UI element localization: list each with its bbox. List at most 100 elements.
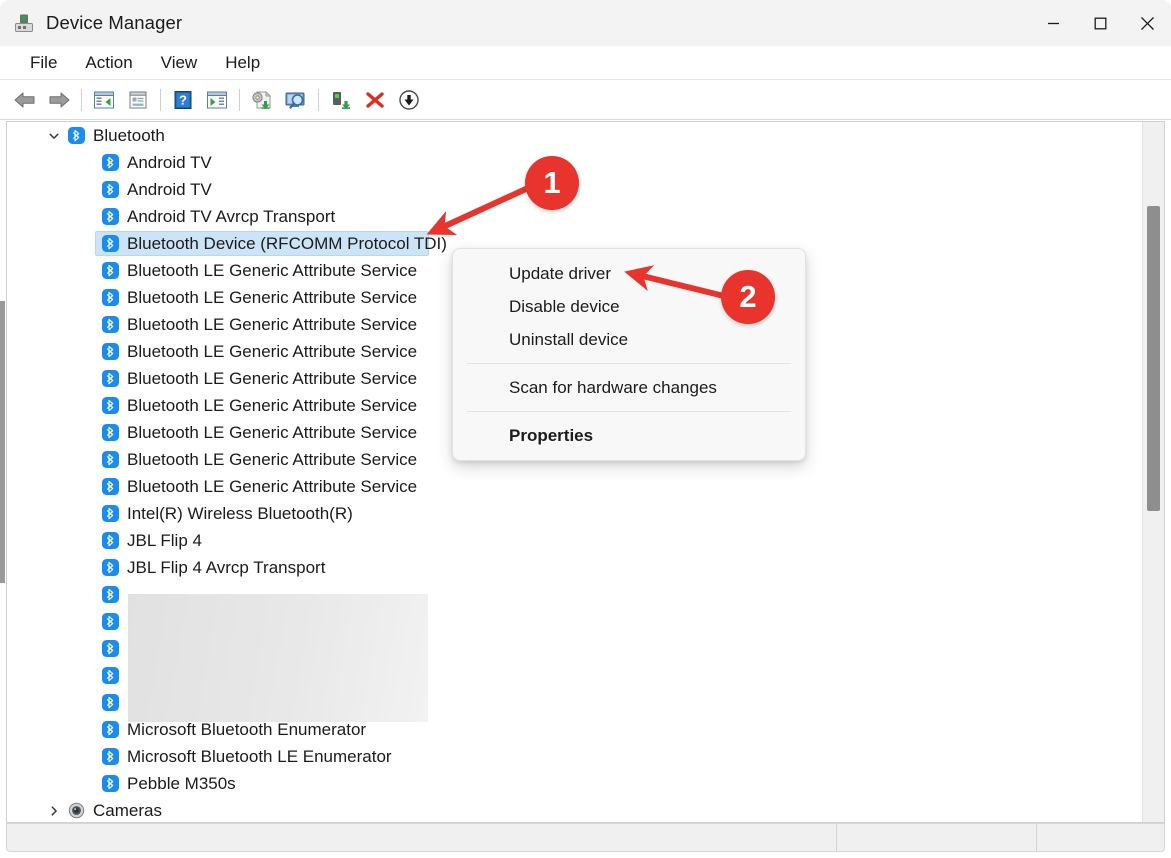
status-bar: [6, 823, 1165, 852]
context-menu-separator: [467, 363, 791, 364]
left-scrollbar-thumb[interactable]: [0, 301, 5, 583]
camera-icon: [68, 802, 84, 819]
tree-item-label: Android TV Avrcp Transport: [127, 207, 336, 226]
bluetooth-icon: [99, 608, 121, 635]
menu-file[interactable]: File: [18, 51, 69, 75]
tree-item[interactable]: Bluetooth LE Generic Attribute Service: [7, 473, 1164, 500]
bluetooth-icon: [99, 392, 121, 419]
status-pane-main: [7, 824, 836, 851]
context-menu-item-uninstall-device[interactable]: Uninstall device: [453, 323, 805, 356]
tree-item[interactable]: Android TV: [7, 149, 1164, 176]
console-tree-icon: [94, 91, 114, 108]
bluetooth-icon: [67, 127, 85, 144]
bluetooth-icon: [99, 311, 121, 338]
tree-root-label: Bluetooth: [93, 126, 165, 145]
enable-device-button[interactable]: [324, 85, 358, 115]
tree-group-label: Cameras: [93, 801, 162, 820]
tree-item-label: Bluetooth LE Generic Attribute Service: [127, 450, 418, 469]
bluetooth-icon: [101, 478, 119, 495]
bluetooth-icon: [101, 262, 119, 279]
bluetooth-icon: [99, 662, 121, 689]
toolbar-separator-4: [318, 88, 319, 111]
menu-view[interactable]: View: [149, 51, 210, 75]
tree-vertical-scrollbar[interactable]: [1142, 122, 1164, 822]
bluetooth-icon: [101, 208, 119, 225]
bluetooth-icon: [99, 743, 121, 770]
tree-item[interactable]: Intel(R) Wireless Bluetooth(R): [7, 500, 1164, 527]
menu-help[interactable]: Help: [213, 51, 272, 75]
close-icon: [1141, 16, 1154, 30]
update-driver-button[interactable]: [245, 85, 279, 115]
tree-item-label: JBL Flip 4: [127, 531, 202, 550]
toolbar-separator-2: [160, 88, 161, 111]
tree-item[interactable]: JBL Flip 4: [7, 527, 1164, 554]
tree-item-label: Bluetooth LE Generic Attribute Service: [127, 396, 418, 415]
toolbar-separator-3: [239, 88, 240, 111]
chevron-down-icon: [49, 133, 59, 139]
tree-item-label: Android TV: [127, 180, 212, 199]
menu-bar: File Action View Help: [0, 46, 1171, 80]
context-menu-item-disable-device[interactable]: Disable device: [453, 290, 805, 323]
back-button[interactable]: [8, 85, 42, 115]
tree-item-label: Android TV: [127, 153, 212, 172]
tree-item[interactable]: Pebble M350s: [7, 770, 1164, 797]
bluetooth-icon: [99, 338, 121, 365]
tree-item[interactable]: Android TV Avrcp Transport: [7, 203, 1164, 230]
down-arrow-circle-icon: [399, 89, 419, 110]
tree-group-cameras[interactable]: Cameras: [7, 797, 1164, 822]
show-hide-action-pane-button[interactable]: [200, 85, 234, 115]
tree-item-label: Bluetooth LE Generic Attribute Service: [127, 369, 418, 388]
maximize-button[interactable]: [1077, 0, 1124, 46]
context-menu-item-properties[interactable]: Properties: [453, 419, 805, 452]
bluetooth-icon: [65, 122, 87, 149]
maximize-icon: [1094, 17, 1107, 29]
menu-action[interactable]: Action: [73, 51, 144, 75]
bluetooth-icon: [99, 554, 121, 581]
scan-for-hardware-changes-button[interactable]: [279, 85, 313, 115]
status-pane-tertiary: [1036, 824, 1164, 851]
svg-text:?: ?: [179, 92, 187, 107]
bluetooth-icon: [99, 635, 121, 662]
tree-item-label: Bluetooth LE Generic Attribute Service: [127, 423, 418, 442]
action-pane-icon: [207, 91, 227, 108]
forward-button[interactable]: [42, 85, 76, 115]
context-menu-separator: [467, 411, 791, 412]
title-bar: Device Manager: [0, 0, 1171, 46]
bluetooth-icon: [101, 505, 119, 522]
properties-window-icon: [129, 91, 147, 108]
device-manager-window: Device Manager File Action View Help ? B…: [0, 0, 1171, 858]
minimize-button[interactable]: [1030, 0, 1077, 46]
bluetooth-icon: [99, 716, 121, 743]
bluetooth-icon: [101, 289, 119, 306]
context-menu-item-scan-for-hardware-changes[interactable]: Scan for hardware changes: [453, 371, 805, 404]
show-hide-console-tree-button[interactable]: [87, 85, 121, 115]
tree-item-label: Bluetooth LE Generic Attribute Service: [127, 315, 418, 334]
toolbar-separator-1: [81, 88, 82, 111]
expand-chevron-cameras[interactable]: [43, 797, 65, 822]
bluetooth-icon: [101, 181, 119, 198]
bluetooth-icon: [101, 370, 119, 387]
tree-item-label: Bluetooth LE Generic Attribute Service: [127, 477, 418, 496]
bluetooth-icon: [99, 203, 121, 230]
tree-item[interactable]: JBL Flip 4 Avrcp Transport: [7, 554, 1164, 581]
properties-button[interactable]: [121, 85, 155, 115]
help-button[interactable]: ?: [166, 85, 200, 115]
tree-item[interactable]: Microsoft Bluetooth LE Enumerator: [7, 743, 1164, 770]
bluetooth-icon: [101, 640, 119, 657]
update-driver-icon: [252, 90, 272, 109]
tree-item[interactable]: Android TV: [7, 176, 1164, 203]
bluetooth-icon: [101, 343, 119, 360]
tree-item-label: Intel(R) Wireless Bluetooth(R): [127, 504, 353, 523]
close-button[interactable]: [1124, 0, 1171, 46]
expand-chevron-bluetooth[interactable]: [43, 122, 65, 149]
disable-device-button[interactable]: [392, 85, 426, 115]
tree-scrollbar-thumb[interactable]: [1147, 206, 1160, 511]
toolbar: ?: [0, 80, 1171, 120]
window-controls: [1030, 0, 1171, 46]
bluetooth-icon: [101, 721, 119, 738]
bluetooth-icon: [101, 316, 119, 333]
tree-root-bluetooth[interactable]: Bluetooth: [7, 122, 1164, 149]
uninstall-device-button[interactable]: [358, 85, 392, 115]
context-menu-item-update-driver[interactable]: Update driver: [453, 257, 805, 290]
bluetooth-icon: [99, 419, 121, 446]
